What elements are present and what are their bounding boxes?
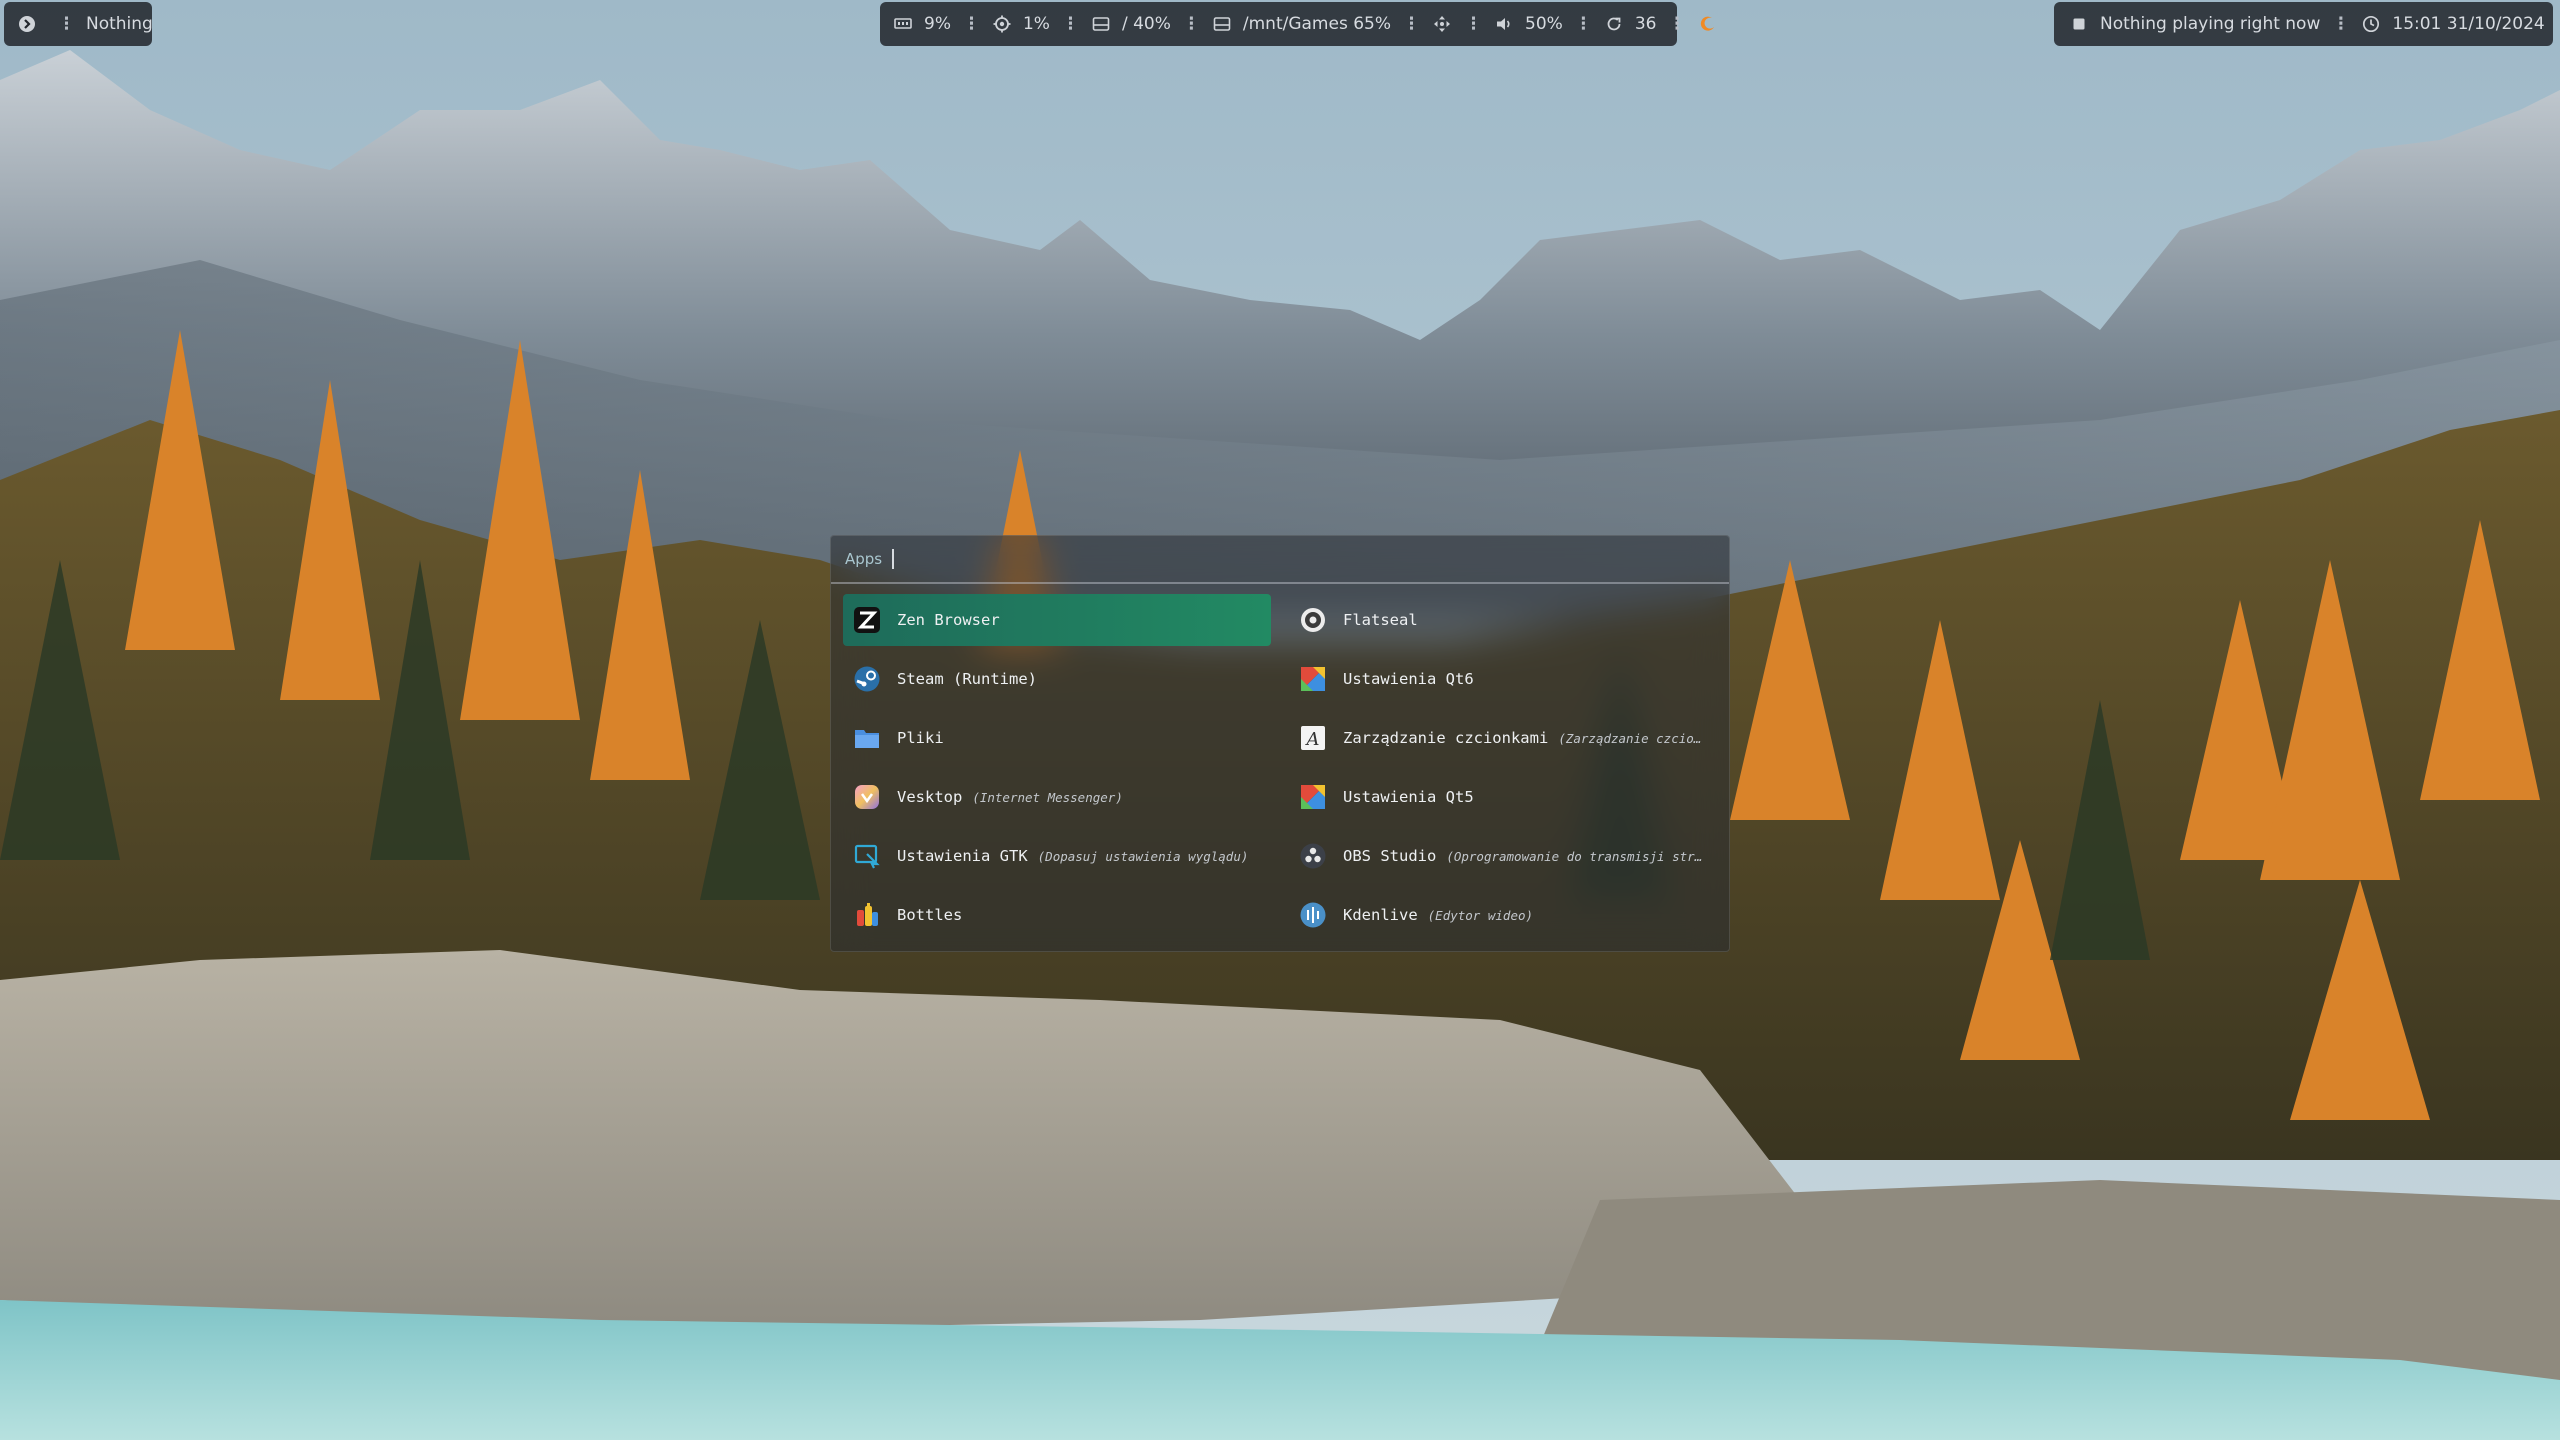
cpu-value: 1%	[1022, 14, 1050, 34]
vesktop-icon	[853, 783, 881, 811]
app-name: Bottles	[897, 906, 963, 924]
app-item-steam[interactable]: Steam (Runtime)	[843, 653, 1271, 705]
app-description: (Internet Messenger)	[972, 789, 1123, 805]
obs-icon	[1299, 842, 1327, 870]
separator: ⋮	[2332, 14, 2349, 34]
topbar-media-clock: Nothing playing right now ⋮ 15:01 31/10/…	[2054, 2, 2553, 46]
night-light-module[interactable]	[1696, 13, 1718, 35]
clock-icon	[2360, 13, 2382, 35]
app-name: Steam (Runtime)	[897, 670, 1037, 688]
memory-icon	[892, 13, 914, 35]
disk-icon	[1090, 13, 1112, 35]
zen-browser-icon	[853, 606, 881, 634]
updates-module[interactable]: 36	[1603, 13, 1657, 35]
bottles-icon	[853, 901, 881, 929]
gtk-settings-icon	[853, 842, 881, 870]
separator: ⋮	[1182, 14, 1200, 34]
app-description: (Dopasuj ustawienia wyglądu)	[1037, 848, 1249, 864]
separator: ⋮	[1574, 14, 1592, 34]
disk-root-value: / 40%	[1121, 14, 1171, 34]
move-icon	[1431, 13, 1453, 35]
app-name: Vesktop	[897, 788, 963, 806]
volume-module[interactable]: 50%	[1493, 13, 1563, 35]
ram-value: 9%	[924, 14, 951, 34]
media-module[interactable]: Nothing playing right now	[2068, 13, 2320, 35]
app-launcher: Apps Zen Browser Flatseal Steam (Runtime…	[830, 535, 1730, 952]
app-item-gtk-settings[interactable]: Ustawienia GTK (Dopasuj ustawienia wyglą…	[843, 830, 1271, 882]
active-window-label: Nothing	[86, 14, 153, 34]
ram-usage[interactable]: 9%	[892, 13, 951, 35]
svg-text:A: A	[1305, 729, 1320, 750]
steam-icon	[853, 665, 881, 693]
app-item-zen-browser[interactable]: Zen Browser	[843, 594, 1271, 646]
app-list: Zen Browser Flatseal Steam (Runtime) Ust…	[831, 584, 1729, 941]
app-description: (Zarządzanie czcionkam…	[1558, 730, 1707, 746]
disk-root-usage[interactable]: / 40%	[1090, 13, 1171, 35]
cpu-usage[interactable]: 1%	[991, 13, 1050, 35]
stop-icon	[2068, 13, 2090, 35]
separator: ⋮	[1061, 14, 1079, 34]
clock-module[interactable]: 15:01 31/10/2024	[2360, 13, 2545, 35]
disk-icon	[1211, 13, 1233, 35]
topbar-system-stats: 9% ⋮ 1% ⋮ / 40% ⋮ /mnt/Games 65% ⋮ ⋮ 50%…	[880, 2, 1715, 46]
launcher-prompt: Apps	[845, 550, 883, 568]
volume-icon	[1493, 13, 1515, 35]
app-description: (Oprogramowanie do transmisji strumie…	[1446, 848, 1707, 864]
separator: ⋮	[1668, 14, 1685, 34]
clock-datetime: 15:01 31/10/2024	[2392, 14, 2545, 34]
qt-settings-icon	[1299, 783, 1327, 811]
folder-icon	[853, 724, 881, 752]
app-name: Ustawienia Qt6	[1343, 670, 1474, 688]
cpu-icon	[991, 13, 1013, 35]
app-item-font-manager[interactable]: A Zarządzanie czcionkami (Zarządzanie cz…	[1289, 712, 1717, 764]
disk-games-value: /mnt/Games 65%	[1242, 14, 1392, 34]
app-item-obs-studio[interactable]: OBS Studio (Oprogramowanie do transmisji…	[1289, 830, 1717, 882]
separator: ⋮	[962, 14, 980, 34]
app-name: Flatseal	[1343, 611, 1418, 629]
moon-icon	[1696, 13, 1718, 35]
updates-value: 36	[1634, 14, 1657, 34]
refresh-icon	[1603, 13, 1625, 35]
launcher-search-field[interactable]: Apps	[831, 536, 1729, 584]
app-name: Pliki	[897, 729, 944, 747]
app-name: Kdenlive	[1343, 906, 1418, 924]
app-name: Ustawienia GTK	[897, 847, 1028, 865]
app-item-qt5-settings[interactable]: Ustawienia Qt5	[1289, 771, 1717, 823]
qt-settings-icon	[1299, 665, 1327, 693]
app-item-flatseal[interactable]: Flatseal	[1289, 594, 1717, 646]
disk-games-usage[interactable]: /mnt/Games 65%	[1211, 13, 1391, 35]
media-text: Nothing playing right now	[2100, 14, 2321, 34]
misc-module[interactable]	[1431, 13, 1453, 35]
text-cursor	[892, 549, 895, 569]
app-item-kdenlive[interactable]: Kdenlive (Edytor wideo)	[1289, 889, 1717, 941]
separator: ⋮	[1465, 14, 1482, 34]
app-name: Zarządzanie czcionkami	[1343, 729, 1549, 747]
flatseal-icon	[1299, 606, 1327, 634]
topbar-workspace[interactable]: ⋮ Nothing	[4, 2, 153, 46]
volume-value: 50%	[1525, 14, 1563, 34]
app-item-vesktop[interactable]: Vesktop (Internet Messenger)	[843, 771, 1271, 823]
app-name: Ustawienia Qt5	[1343, 788, 1474, 806]
app-item-qt6-settings[interactable]: Ustawienia Qt6	[1289, 653, 1717, 705]
app-name: OBS Studio	[1343, 847, 1437, 865]
app-item-files[interactable]: Pliki	[843, 712, 1271, 764]
app-name: Zen Browser	[897, 611, 1000, 629]
kdenlive-icon	[1299, 901, 1327, 929]
separator: ⋮	[1403, 14, 1420, 34]
font-manager-icon: A	[1299, 724, 1327, 752]
app-item-bottles[interactable]: Bottles	[843, 889, 1271, 941]
separator: ⋮	[58, 14, 75, 34]
workspace-icon[interactable]	[18, 13, 36, 35]
app-description: (Edytor wideo)	[1427, 907, 1534, 923]
